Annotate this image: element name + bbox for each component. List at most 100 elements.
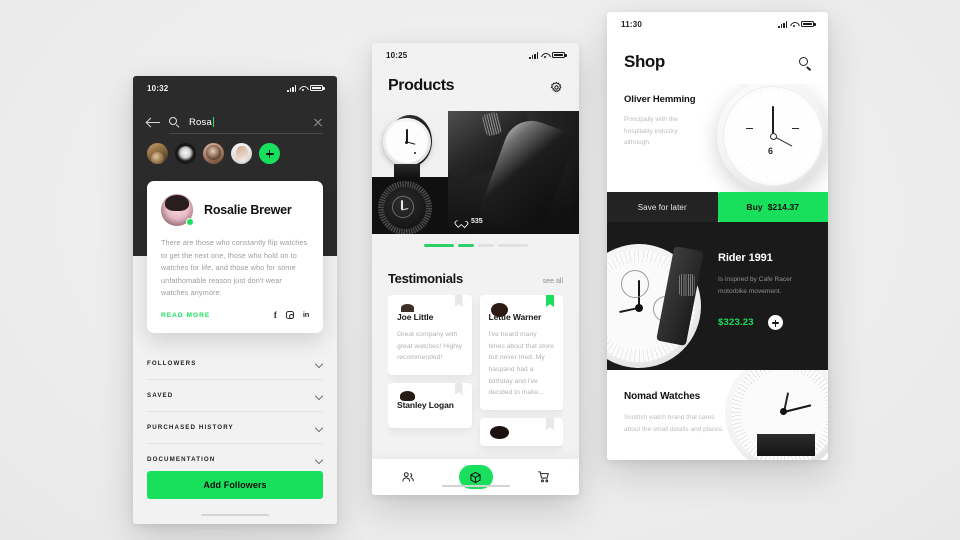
product-image-dark-watch[interactable] <box>372 177 448 234</box>
battery-icon <box>801 20 816 28</box>
accordion-item-purchased-history[interactable]: PURCHASED HISTORY <box>147 412 323 444</box>
rider-price: $323.23 <box>718 317 754 329</box>
search-input[interactable]: Rosa <box>189 116 304 128</box>
see-all-link[interactable]: see all <box>543 278 563 285</box>
accordion-item-followers[interactable]: FOLLOWERS <box>147 348 323 380</box>
rider-description: Is inspired by Cafe Racer motorbike move… <box>718 276 793 295</box>
story-avatar-2[interactable] <box>175 143 196 164</box>
chevron-down-icon <box>315 456 323 464</box>
status-bar: 10:25 <box>372 43 579 67</box>
like-counter[interactable]: 535 <box>457 217 483 226</box>
phone3-screen: 11:30 Shop 6 Oliver Hemming Principally … <box>607 12 828 460</box>
story-avatar-4[interactable] <box>231 143 252 164</box>
signal-icon <box>529 51 538 59</box>
status-bar: 11:30 <box>607 12 828 36</box>
testimonial-card[interactable]: Joe Little Great company with great watc… <box>388 295 472 376</box>
profile-card: Rosalie Brewer There are those who const… <box>147 181 323 333</box>
save-for-later-button[interactable]: Save for later <box>607 192 718 222</box>
pager-segment-2[interactable] <box>457 244 474 247</box>
testimonials-grid: Joe Little Great company with great watc… <box>388 295 563 459</box>
accordion-label: PURCHASED HISTORY <box>147 424 234 431</box>
gallery-left-column <box>372 111 448 234</box>
buy-button[interactable]: Buy $214.37 <box>717 192 828 222</box>
accordion-label: DOCUMENTATION <box>147 456 216 463</box>
tab-people[interactable] <box>388 465 428 489</box>
testimonials-column-left: Joe Little Great company with great watc… <box>388 295 472 459</box>
search-bar[interactable]: Rosa <box>147 112 323 132</box>
search-icon[interactable] <box>799 57 811 69</box>
add-to-cart-button[interactable] <box>767 315 783 331</box>
rider-product-card[interactable]: Rider 1991 Is inspired by Cafe Racer mot… <box>607 222 828 370</box>
search-input-value: Rosa <box>189 116 212 128</box>
accordion-label: SAVED <box>147 392 174 399</box>
gallery-pager[interactable] <box>372 244 579 247</box>
hero-brand-name: Oliver Hemming <box>624 94 696 105</box>
testimonial-card[interactable]: Lettie Warner I've heard many times abou… <box>479 295 563 411</box>
back-icon[interactable] <box>147 117 160 128</box>
testimonials-header: Testimonials see all <box>388 271 563 286</box>
avatar <box>161 194 194 226</box>
add-story-button[interactable] <box>259 143 280 164</box>
bookmark-icon[interactable] <box>546 418 554 431</box>
testimonial-text: Great company with great watches! Highly… <box>397 331 462 362</box>
nomad-product-card[interactable]: Nomad Watches Scottish watch brand that … <box>607 370 828 460</box>
story-avatar-3[interactable] <box>203 143 224 164</box>
story-avatar-1[interactable] <box>147 143 168 164</box>
wifi-icon <box>299 85 307 92</box>
add-followers-button[interactable]: Add Followers <box>147 471 323 499</box>
profile-bio: There are those who constantly flip watc… <box>161 238 308 298</box>
avatar-hair <box>165 195 189 211</box>
clear-search-icon[interactable] <box>313 117 323 127</box>
hero-actions: Save for later Buy $214.37 <box>607 192 828 222</box>
testimonial-card[interactable] <box>479 418 563 447</box>
signal-icon <box>778 20 787 28</box>
status-icons <box>287 84 325 92</box>
like-count: 535 <box>471 218 483 225</box>
rider-text: Rider 1991 Is inspired by Cafe Racer mot… <box>718 252 814 331</box>
accordion-label: FOLLOWERS <box>147 360 197 367</box>
home-indicator <box>201 513 269 516</box>
testimonial-author: Joe Little <box>397 312 434 322</box>
product-gallery[interactable]: 535 <box>372 111 579 234</box>
product-image-strap-closeup[interactable]: 535 <box>448 111 579 234</box>
nomad-title: Nomad Watches <box>624 391 701 402</box>
bottom-tab-bar <box>372 459 579 495</box>
chevron-down-icon <box>315 360 323 368</box>
phone-screen-profile: 10:32 Rosa Rosalie Brewer There are thos… <box>133 76 337 524</box>
bookmark-icon[interactable] <box>454 383 463 396</box>
status-icons <box>778 20 816 28</box>
facebook-icon[interactable]: f <box>274 310 277 320</box>
nomad-description: Scottish watch brand that cares about th… <box>624 414 724 433</box>
linkedin-icon[interactable]: in <box>303 311 309 319</box>
pager-segment-4[interactable] <box>497 244 528 247</box>
bookmark-icon[interactable] <box>454 295 463 307</box>
bookmark-icon[interactable] <box>546 295 554 307</box>
chevron-down-icon <box>315 424 323 432</box>
testimonial-card[interactable]: Stanley Logan <box>388 383 472 429</box>
pager-segment-3[interactable] <box>477 244 494 247</box>
online-status-badge <box>186 218 194 226</box>
signal-icon <box>287 84 296 92</box>
product-image-white-watch[interactable] <box>372 111 448 177</box>
chevron-down-icon <box>315 392 323 400</box>
testimonial-author: Stanley Logan <box>397 400 454 411</box>
profile-footer: READ MORE f in <box>161 310 309 320</box>
gear-icon[interactable] <box>550 81 563 94</box>
buy-label: Buy <box>746 202 763 212</box>
hero-product-card[interactable]: 6 Oliver Hemming Principally with the ho… <box>607 84 828 192</box>
testimonial-text: I've heard many times about that store b… <box>488 331 554 397</box>
instagram-icon[interactable] <box>285 311 294 320</box>
read-more-link[interactable]: READ MORE <box>161 312 210 319</box>
tab-cart[interactable] <box>524 465 564 489</box>
heart-icon <box>457 217 466 226</box>
status-time: 10:25 <box>386 50 408 60</box>
page-title: Shop <box>624 52 665 71</box>
hero-description: Principally with the hospitality industr… <box>624 116 678 146</box>
accordion-item-saved[interactable]: SAVED <box>147 380 323 412</box>
phone-screen-shop: 11:30 Shop 6 Oliver Hemming Principally … <box>607 12 828 460</box>
phone2-screen: 10:25 Products 535 Testimonials see all … <box>372 43 579 495</box>
hero-text: Oliver Hemming Principally with the hosp… <box>624 94 704 148</box>
pager-segment-1[interactable] <box>423 244 454 247</box>
canvas: 10:32 Rosa Rosalie Brewer There are thos… <box>0 0 960 540</box>
accordion-list: FOLLOWERS SAVED PURCHASED HISTORY DOCUME… <box>147 348 323 476</box>
